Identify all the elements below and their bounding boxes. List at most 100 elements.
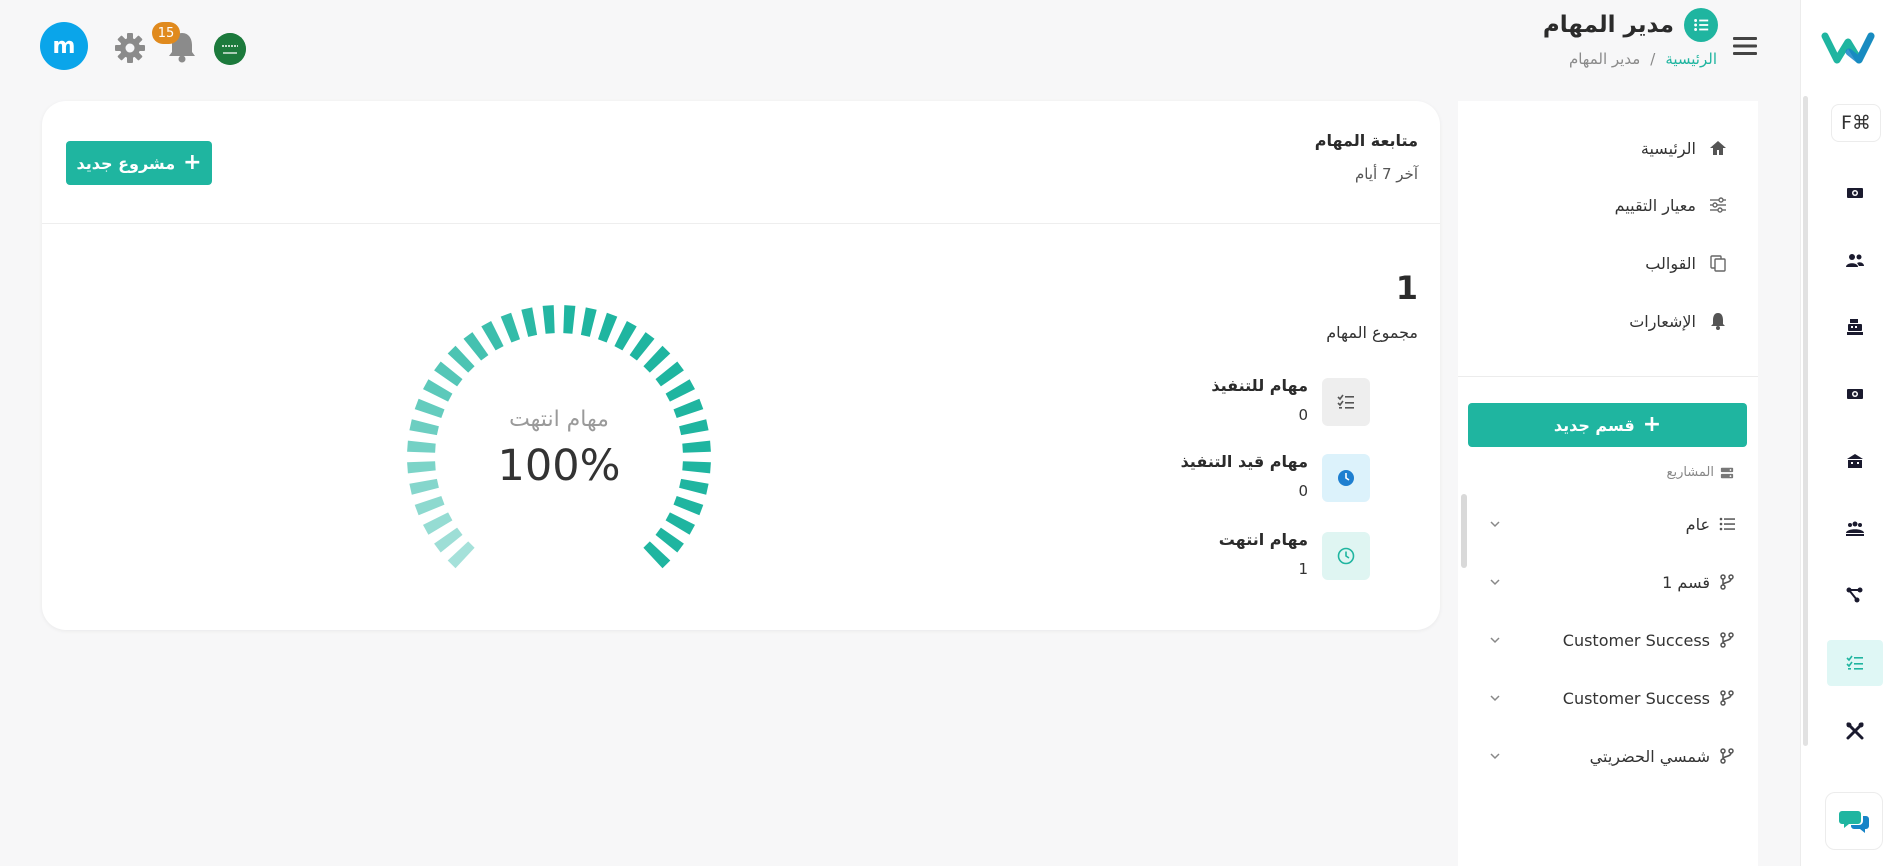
gauge-segment: [500, 312, 520, 343]
stat-value: 1: [1298, 560, 1308, 578]
branch-icon: [1720, 632, 1734, 648]
command-shortcut-button[interactable]: F⌘: [1831, 104, 1881, 142]
stat-value: 0: [1298, 482, 1308, 500]
stat-in-progress-tasks: مهام قيد التنفيذ 0: [1130, 452, 1370, 514]
project-row-customer-success[interactable]: Customer Success: [1488, 683, 1736, 713]
branch-icon: [1720, 690, 1734, 706]
chevron-down-icon[interactable]: [1488, 749, 1502, 763]
menu-toggle-icon[interactable]: [1733, 34, 1759, 58]
gauge-segment: [665, 512, 695, 535]
sidebar-item-label: القوالب: [1645, 253, 1696, 273]
card-subtitle: آخر 7 أيام: [1355, 165, 1418, 183]
total-tasks-count: 1: [1395, 269, 1418, 307]
gauge-segment: [598, 312, 618, 343]
sidebar-item-label: الإشعارات: [1629, 311, 1696, 331]
gauge-segment: [423, 379, 453, 402]
chevron-down-icon[interactable]: [1488, 691, 1502, 705]
stat-label: مهام انتهت: [1218, 530, 1308, 549]
server-icon: [1720, 467, 1734, 478]
gauge-segment: [414, 496, 445, 516]
stat-label: مهام قيد التنفيذ: [1180, 452, 1308, 471]
user-avatar[interactable]: m: [40, 22, 88, 70]
task-tracking-card: متابعة المهام آخر 7 أيام + مشروع جديد 1 …: [42, 101, 1440, 630]
sidebar-item-evaluation-criteria[interactable]: معيار التقييم: [1615, 190, 1728, 220]
plus-icon: +: [1642, 412, 1662, 437]
card-title: متابعة المهام: [1314, 131, 1418, 150]
clock-icon: [1322, 532, 1370, 580]
notification-count-badge: 15: [152, 22, 180, 44]
stat-todo-tasks: مهام للتنفيذ 0: [1130, 376, 1370, 438]
gauge-segment: [682, 461, 711, 474]
chevron-down-icon[interactable]: [1488, 575, 1502, 589]
branch-icon: [1720, 574, 1734, 590]
money-icon[interactable]: [1827, 371, 1883, 417]
sidebar-divider: [1458, 376, 1758, 377]
workflow-icon[interactable]: [1827, 572, 1883, 618]
clock-filled-icon: [1322, 454, 1370, 502]
chat-icon[interactable]: [1825, 792, 1883, 850]
project-row-shamsi[interactable]: شمسي الحضريتي: [1488, 741, 1736, 771]
breadcrumb: الرئيسية / مدير المهام: [1569, 50, 1717, 68]
plus-icon: +: [183, 150, 202, 175]
team-icon[interactable]: [1827, 505, 1883, 551]
page-title: مدير المهام: [1542, 12, 1674, 38]
gauge-segment: [665, 379, 695, 402]
gauge-label: مهام انتهت: [509, 407, 609, 432]
new-section-button[interactable]: + قسم جديد: [1468, 403, 1747, 447]
breadcrumb-current: مدير المهام: [1568, 50, 1641, 68]
project-row-general[interactable]: عام: [1488, 509, 1736, 539]
gauge-segment: [580, 307, 597, 337]
new-project-button[interactable]: + مشروع جديد: [66, 141, 212, 185]
stat-done-tasks: مهام انتهت 1: [1130, 530, 1370, 592]
new-section-label: قسم جديد: [1553, 415, 1635, 435]
saudi-flag-icon[interactable]: [214, 33, 246, 65]
project-row-section-1[interactable]: قسم 1: [1488, 567, 1736, 597]
sidebar-item-templates[interactable]: القوالب: [1645, 248, 1728, 278]
stat-label: مهام للتنفيذ: [1211, 376, 1308, 395]
gauge-segment: [434, 361, 463, 387]
gauge-segment: [682, 440, 711, 453]
projects-heading: المشاريع: [1667, 465, 1734, 480]
gauge-segment: [463, 332, 489, 361]
gauge-segment: [407, 440, 436, 453]
gauge-segment: [521, 307, 538, 337]
gauge-segment: [407, 461, 436, 474]
building-icon[interactable]: [1827, 438, 1883, 484]
gauge-segment: [563, 305, 576, 334]
sliders-icon: [1710, 197, 1726, 213]
project-name: Customer Success: [1562, 688, 1710, 708]
projects-label: المشاريع: [1666, 465, 1714, 480]
cash-register-icon[interactable]: [1827, 304, 1883, 350]
gauge-segment: [673, 496, 704, 516]
chevron-down-icon[interactable]: [1488, 517, 1502, 531]
gauge-segment: [423, 512, 453, 535]
sidebar-scrollbar[interactable]: [1461, 494, 1467, 568]
gauge-segment: [542, 305, 555, 334]
sidebar-item-notifications[interactable]: الإشعارات: [1629, 306, 1728, 336]
sidebar-item-label: الرئيسية: [1640, 138, 1696, 158]
task-manager-icon: [1684, 8, 1718, 42]
gauge-value: 100%: [497, 441, 621, 491]
sidebar-item-home[interactable]: الرئيسية: [1641, 133, 1728, 163]
logo-icon[interactable]: [1821, 26, 1875, 70]
branch-icon: [1720, 748, 1734, 764]
task-list-icon[interactable]: [1827, 640, 1883, 686]
money-icon[interactable]: [1827, 170, 1883, 216]
breadcrumb-home-link[interactable]: الرئيسية: [1665, 50, 1717, 68]
new-project-label: مشروع جديد: [76, 153, 176, 173]
rail-scrollbar[interactable]: [1803, 96, 1808, 746]
gauge-segment: [643, 345, 671, 373]
users-icon[interactable]: [1827, 237, 1883, 283]
chevron-down-icon[interactable]: [1488, 633, 1502, 647]
gauge-segment: [629, 332, 655, 361]
project-row-customer-success[interactable]: Customer Success: [1488, 625, 1736, 655]
gauge-segment: [447, 541, 475, 569]
project-name: قسم 1: [1662, 572, 1710, 592]
tools-icon[interactable]: [1827, 708, 1883, 754]
home-icon: [1710, 141, 1726, 155]
list-icon: [1719, 517, 1735, 531]
gear-icon[interactable]: [114, 32, 146, 64]
gauge-segment: [655, 361, 684, 387]
project-name: شمسي الحضريتي: [1589, 746, 1710, 766]
breadcrumb-separator: /: [1650, 50, 1656, 68]
